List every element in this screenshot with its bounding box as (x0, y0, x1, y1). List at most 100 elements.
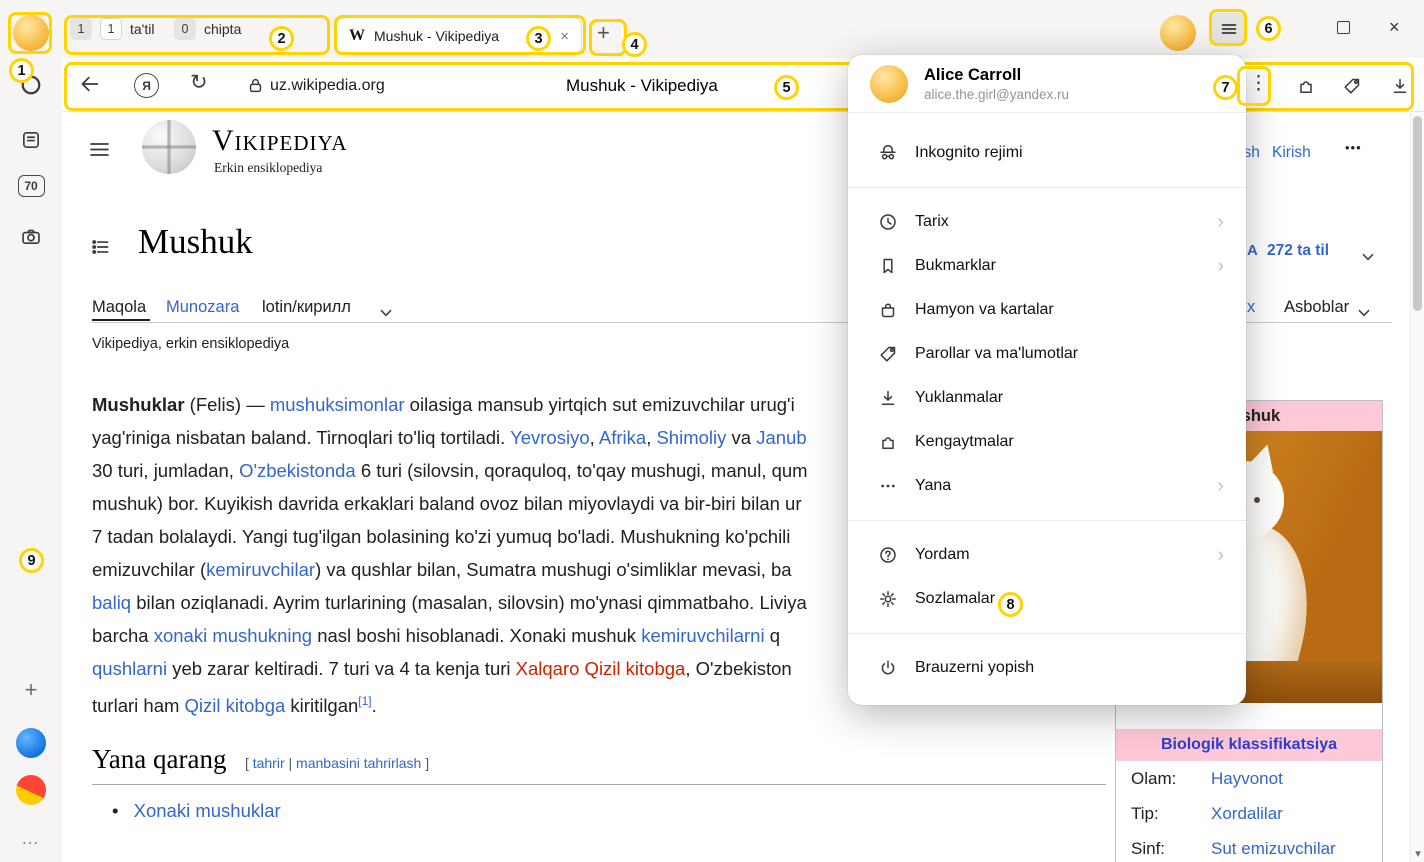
menu-item-wallet[interactable]: Hamyon va kartalar (848, 288, 1246, 332)
menu-item-downloads[interactable]: Yuklanmalar (848, 376, 1246, 420)
secure-lock-icon[interactable] (246, 76, 265, 100)
menu-item-more[interactable]: Yana› (848, 464, 1246, 508)
wiki-link[interactable]: qushlarni (92, 658, 167, 679)
profile-avatar[interactable] (13, 15, 49, 51)
tab-tatil[interactable]: ta'til (130, 21, 154, 37)
arrow-left-icon (78, 72, 102, 96)
menu-item-history[interactable]: Tarix› (848, 200, 1246, 244)
callout-9: 9 (19, 548, 44, 573)
addressbar-page-title[interactable]: Mushuk - Vikipediya (566, 76, 718, 96)
list-item: • Xonaki mushuklar (112, 800, 281, 822)
wiki-link[interactable]: mushuksimonlar (270, 394, 405, 415)
wiki-link[interactable]: kemiruvchilar (206, 559, 315, 580)
reload-button[interactable]: ↻ (190, 70, 208, 95)
ellipsis-icon (878, 476, 898, 496)
reference-link[interactable]: [1] (358, 694, 371, 708)
tab-talk[interactable]: Munozara (166, 298, 239, 317)
edit-link[interactable]: tahrir (253, 755, 285, 771)
tab-variant[interactable]: lotin/кирилл (262, 298, 351, 317)
article-text: va (726, 427, 756, 448)
edit-source-link[interactable]: manbasini tahrirlash (296, 755, 421, 771)
article-text: barcha (92, 625, 154, 646)
edit-section-links: [ tahrir | manbasini tahrirlash ] (245, 755, 429, 771)
wiki-link[interactable]: kemiruvchilarni (641, 625, 764, 646)
tools-partial[interactable]: x (1247, 298, 1255, 317)
site-tagline: Erkin ensiklopediya (214, 160, 322, 176)
yandex-app-logo[interactable] (13, 772, 49, 808)
wiki-link[interactable]: Yevrosiyo (510, 427, 590, 448)
article-text: bilan oziqlanadi. Ayrim turlarining (mas… (131, 592, 807, 613)
back-button[interactable] (78, 72, 102, 101)
profile-avatar[interactable] (1160, 15, 1196, 51)
close-button[interactable]: × (1389, 17, 1400, 38)
tools-button[interactable]: Asboblar (1284, 298, 1349, 317)
wikipedia-logo[interactable] (142, 120, 196, 174)
tab-group-badge[interactable]: 1 (70, 18, 92, 40)
infobox-value-link[interactable]: Sut emizuvchilar (1211, 839, 1336, 859)
infobox-section-title[interactable]: Biologik klassifikatsiya (1116, 729, 1382, 761)
menu-item-help[interactable]: Yordam› (848, 533, 1246, 577)
article-text: turlari ham (92, 695, 185, 716)
login-link[interactable]: Kirish (1272, 144, 1311, 162)
callout-6: 6 (1256, 16, 1281, 41)
scrollbar-thumb[interactable] (1413, 116, 1422, 311)
kebab-menu-button[interactable]: ⋮ (1249, 72, 1268, 95)
header-more-button[interactable]: ••• (1345, 140, 1362, 155)
wiki-link[interactable]: O'zbekistonda (239, 460, 356, 481)
article-text: 30 turi, jumladan, (92, 460, 239, 481)
wiki-menu-button[interactable] (88, 138, 111, 166)
tab-chipta[interactable]: chipta (204, 21, 241, 37)
language-count-button[interactable]: 272 ta til (1267, 242, 1329, 260)
browser-window: 1 1 ta'til 0 chipta W Mushuk - Vikipediy… (0, 0, 1424, 862)
wiki-redlink[interactable]: Xalqaro Qizil kitobga (516, 658, 686, 679)
chevron-right-icon: › (1217, 256, 1224, 276)
tab-close-icon[interactable]: × (560, 28, 569, 45)
wiki-link[interactable]: Janub (756, 427, 806, 448)
menu-item-settings[interactable]: Sozlamalar (848, 577, 1246, 621)
contents-button[interactable] (90, 236, 112, 263)
sidebar-add-button[interactable]: + (13, 672, 49, 708)
article-title: Mushuk (138, 222, 253, 262)
screenshot-button[interactable] (13, 219, 49, 255)
wiki-link[interactable]: Qizil kitobga (185, 695, 286, 716)
wiki-link[interactable]: baliq (92, 592, 131, 613)
gear-icon (878, 589, 898, 609)
site-name[interactable]: Vikipediya (212, 126, 348, 156)
maximize-button[interactable] (1337, 21, 1350, 34)
callout-7: 7 (1213, 75, 1238, 100)
menu-item-extensions[interactable]: Kengaytmalar (848, 420, 1246, 464)
list-icon (90, 236, 112, 258)
menu-divider (848, 633, 1246, 634)
passwords-button[interactable] (1342, 76, 1362, 101)
infobox-value-link[interactable]: Hayvonot (1211, 769, 1283, 789)
infobox-row: Sinf: Sut emizuvchilar (1116, 831, 1382, 862)
yandex-browser-logo[interactable] (13, 725, 49, 761)
tab-badge[interactable]: 1 (100, 18, 122, 40)
wiki-link[interactable]: Shimoliy (656, 427, 726, 448)
yandex-search-button[interactable]: Я (134, 73, 159, 98)
wiki-link[interactable]: xonaki mushukning (154, 625, 312, 646)
article-text: , O'zbekiston (685, 658, 791, 679)
menu-item-incognito[interactable]: Inkognito rejimi (848, 131, 1246, 175)
chevron-right-icon: › (1217, 545, 1224, 565)
menu-item-quit[interactable]: Brauzerni yopish (848, 646, 1246, 690)
tab-counter[interactable]: 70 (13, 168, 49, 204)
menu-item-passwords[interactable]: Parollar va ma'lumotlar (848, 332, 1246, 376)
downloads-button[interactable] (1390, 76, 1410, 101)
new-tab-button[interactable]: + (597, 22, 610, 44)
sidebar-more-button[interactable]: … (13, 820, 49, 856)
scroll-down-icon[interactable]: ▾ (1412, 847, 1424, 860)
see-also-link[interactable]: Xonaki mushuklar (134, 800, 281, 821)
chevron-right-icon: › (1217, 476, 1224, 496)
tab-badge[interactable]: 0 (174, 18, 196, 40)
infobox-value-link[interactable]: Xordalilar (1211, 804, 1283, 824)
yandex-icon: Я (142, 79, 151, 93)
tab-article[interactable]: Maqola (92, 298, 146, 317)
url-text[interactable]: uz.wikipedia.org (270, 77, 385, 95)
wiki-link[interactable]: Afrika (599, 427, 646, 448)
menu-item-bookmarks[interactable]: Bukmarklar› (848, 244, 1246, 288)
browser-menu-button[interactable] (1212, 13, 1246, 45)
panels-button[interactable] (13, 122, 49, 158)
extensions-button[interactable] (1296, 76, 1316, 101)
menu-account-header[interactable]: Alice Carroll alice.the.girl@yandex.ru (848, 55, 1246, 113)
